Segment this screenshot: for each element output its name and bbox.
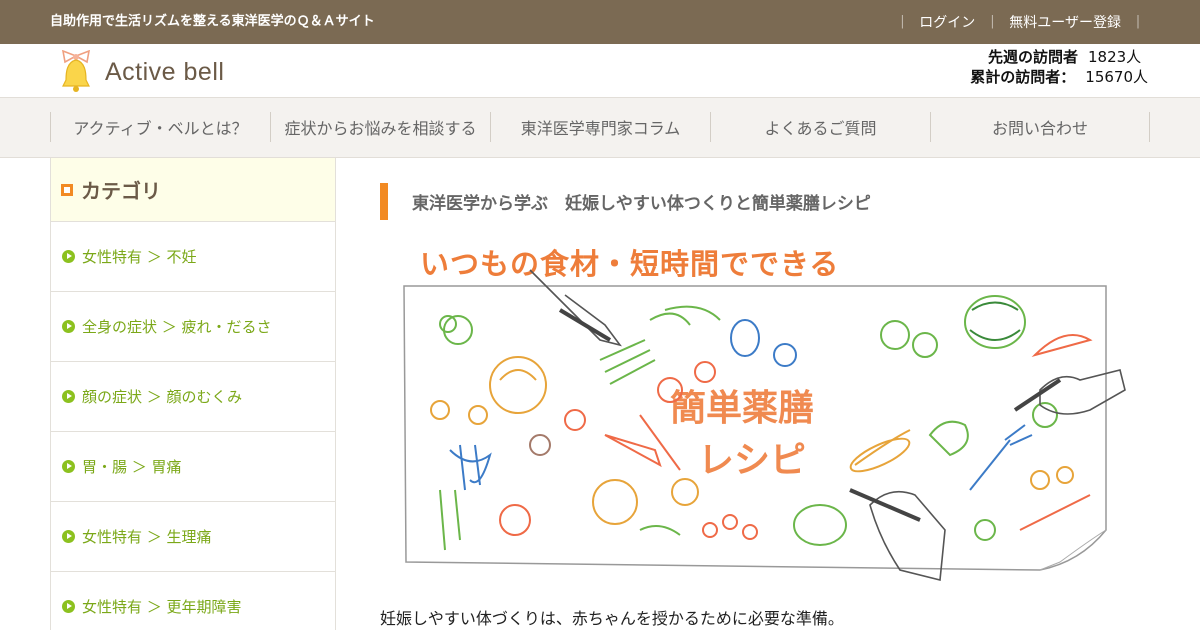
category-title: カテゴリ bbox=[81, 179, 161, 203]
nav-item-contact[interactable]: お問い合わせ bbox=[930, 112, 1150, 142]
arrow-circle-icon bbox=[62, 250, 75, 263]
total-value: 15670人 bbox=[1085, 68, 1148, 86]
arrow-circle-icon bbox=[62, 460, 75, 473]
category-item[interactable]: 胃・腸 ＞ 胃痛 bbox=[51, 432, 335, 502]
category-item[interactable]: 全身の症状 ＞ 疲れ・だるさ bbox=[51, 292, 335, 362]
separator: ｜ bbox=[895, 15, 910, 31]
main-content: 東洋医学から学ぶ 妊娠しやすい体つくりと簡単薬膳レシピ いつもの食材・短時間でで… bbox=[380, 158, 1150, 630]
separator: ｜ bbox=[1131, 15, 1145, 31]
arrow-circle-icon bbox=[62, 390, 75, 403]
visitor-counter: 先週の訪問者 1823人 累計の訪問者： 15670人 bbox=[970, 47, 1148, 87]
category-label: 女性特有 ＞ 不妊 bbox=[82, 248, 197, 266]
category-item[interactable]: 女性特有 ＞ 生理痛 bbox=[51, 502, 335, 572]
category-label: 全身の症状 ＞ 疲れ・だるさ bbox=[82, 318, 272, 336]
hero-illustration: いつもの食材・短時間でできる 簡単薬膳 レシピ bbox=[403, 247, 1126, 582]
category-item[interactable]: 女性特有 ＞ 更年期障害 bbox=[51, 572, 335, 630]
category-item[interactable]: 女性特有 ＞ 不妊 bbox=[51, 222, 335, 292]
logo-text: Active bell bbox=[105, 57, 225, 86]
nav-item-about[interactable]: アクティブ・ベルとは？ bbox=[50, 112, 270, 142]
category-header: カテゴリ bbox=[51, 158, 335, 222]
post-title: 東洋医学から学ぶ 妊娠しやすい体つくりと簡単薬膳レシピ bbox=[380, 183, 871, 220]
intro-text: 妊娠しやすい体づくりは、赤ちゃんを授かるために必要な準備。 bbox=[380, 609, 844, 628]
category-label: 女性特有 ＞ 更年期障害 bbox=[82, 598, 242, 616]
nav-item-faq[interactable]: よくあるご質問 bbox=[710, 112, 930, 142]
global-nav: アクティブ・ベルとは？ 症状からお悩みを相談する 東洋医学専門家コラム よくある… bbox=[0, 97, 1200, 158]
top-bar: 自助作用で生活リズムを整える東洋医学のＱ＆Ａサイト ｜ ログイン ｜ 無料ユーザ… bbox=[0, 0, 1200, 44]
login-link[interactable]: ログイン bbox=[919, 12, 975, 32]
arrow-circle-icon bbox=[62, 600, 75, 613]
category-sidebar: カテゴリ 女性特有 ＞ 不妊 全身の症状 ＞ 疲れ・だるさ 顔の症状 ＞ 顔のむ… bbox=[50, 158, 336, 630]
category-label: 胃・腸 ＞ 胃痛 bbox=[82, 458, 182, 476]
hero-title-line1: 簡単薬膳 bbox=[670, 388, 814, 429]
bell-icon bbox=[62, 50, 90, 92]
nav-item-column[interactable]: 東洋医学専門家コラム bbox=[490, 112, 710, 142]
site-header: Active bell 先週の訪問者 1823人 累計の訪問者： 15670人 bbox=[0, 44, 1200, 97]
last-week-label: 先週の訪問者 bbox=[987, 48, 1078, 66]
category-label: 女性特有 ＞ 生理痛 bbox=[82, 528, 212, 546]
arrow-circle-icon bbox=[62, 530, 75, 543]
square-bullet-icon bbox=[61, 183, 73, 196]
site-tagline: 自助作用で生活リズムを整える東洋医学のＱ＆Ａサイト bbox=[50, 14, 375, 29]
arrow-circle-icon bbox=[62, 320, 75, 333]
account-links: ｜ ログイン ｜ 無料ユーザー登録 ｜ bbox=[895, 12, 1145, 32]
category-item[interactable]: 顔の症状 ＞ 顔のむくみ bbox=[51, 362, 335, 432]
category-label: 顔の症状 ＞ 顔のむくみ bbox=[82, 388, 243, 406]
last-week-value: 1823人 bbox=[1088, 48, 1142, 66]
nav-item-consult[interactable]: 症状からお悩みを相談する bbox=[270, 112, 490, 142]
site-logo[interactable]: Active bell bbox=[57, 50, 224, 94]
hero-heading: いつもの食材・短時間でできる bbox=[420, 247, 839, 281]
hero-title-line2: レシピ bbox=[698, 440, 806, 481]
separator: ｜ bbox=[985, 15, 1000, 31]
register-link[interactable]: 無料ユーザー登録 bbox=[1009, 12, 1121, 32]
total-label: 累計の訪問者： bbox=[970, 68, 1076, 86]
